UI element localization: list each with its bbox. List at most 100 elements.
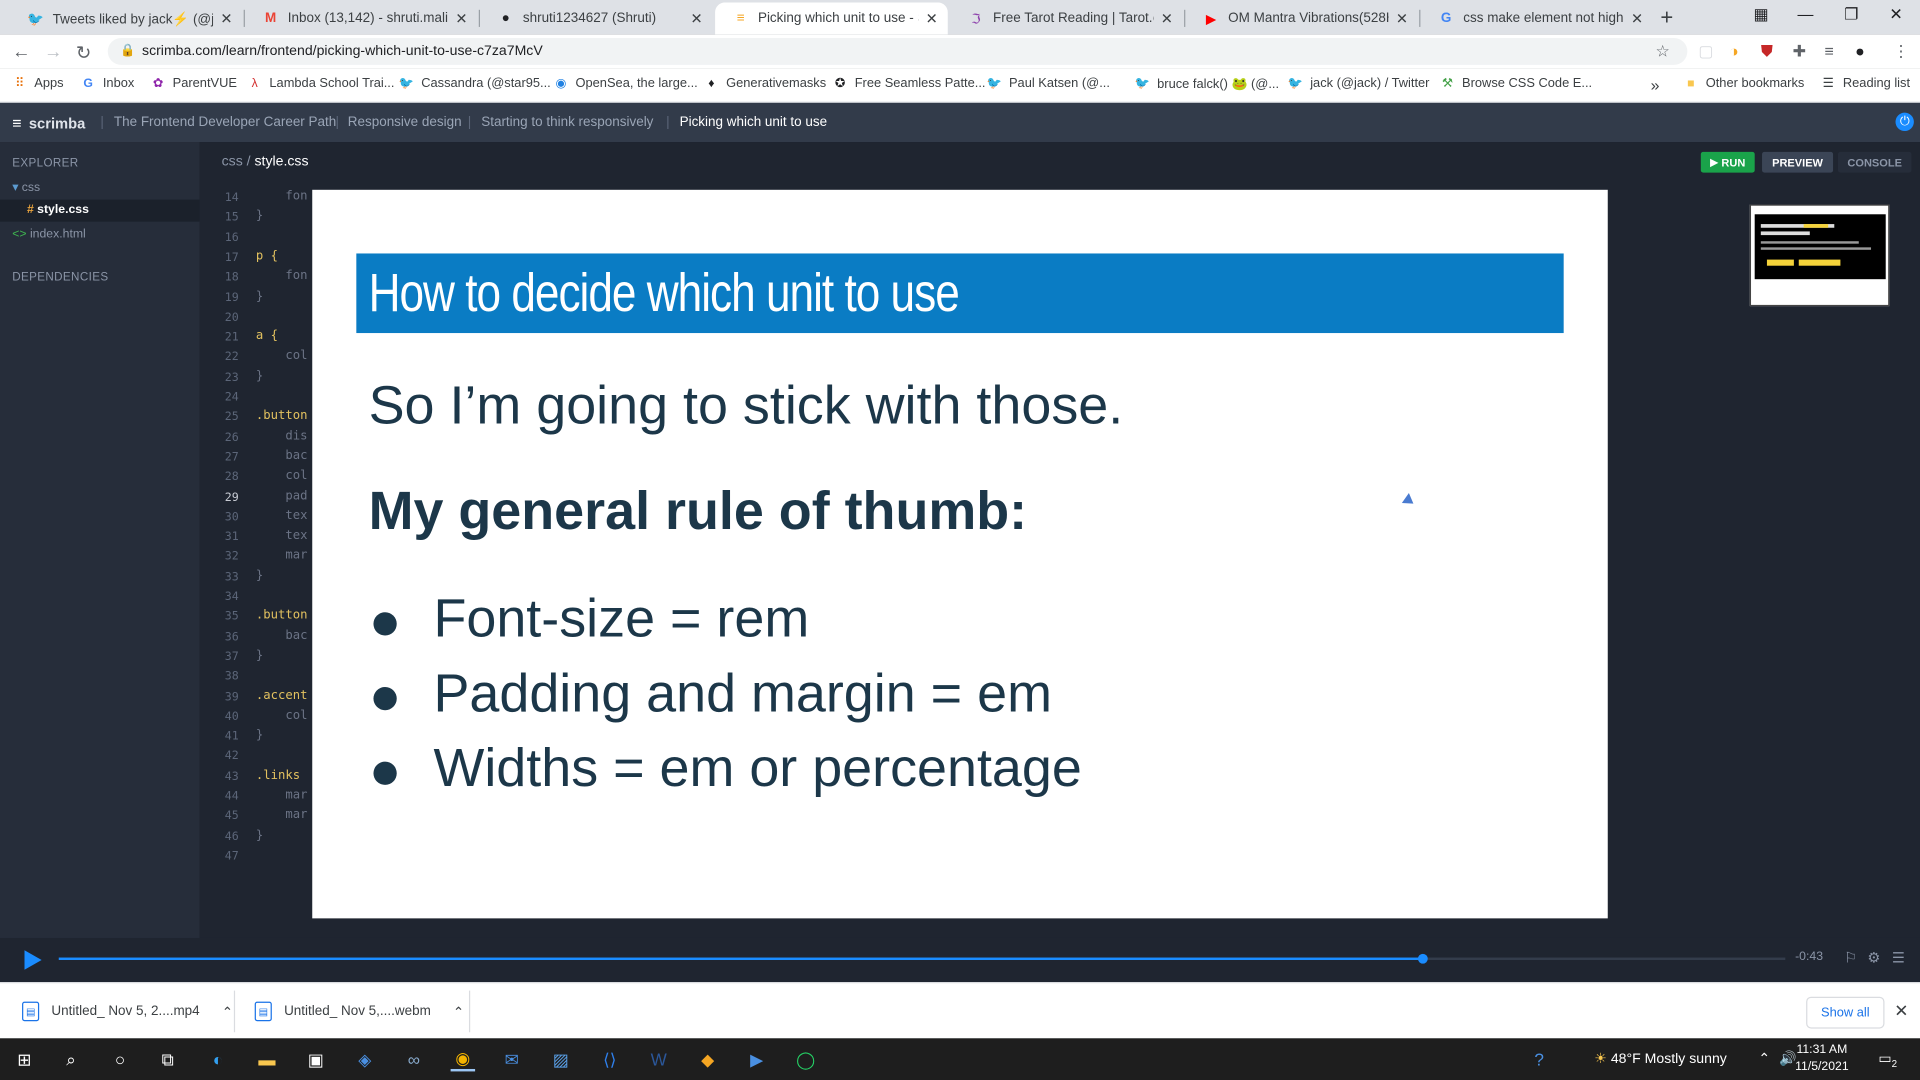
forward-icon[interactable]: →	[44, 42, 62, 63]
breadcrumb-career-path[interactable]: The Frontend Developer Career Path	[114, 115, 336, 130]
browser-tab[interactable]: G css make element not highlight ✕	[1420, 2, 1653, 34]
pattern-icon: ✪	[834, 76, 846, 90]
preview-button[interactable]: PREVIEW	[1762, 151, 1834, 173]
scrimba-logo[interactable]: ≡ scrimba	[12, 114, 85, 132]
close-window-icon[interactable]: ✕	[1889, 5, 1902, 25]
new-tab-button[interactable]: +	[1660, 5, 1673, 31]
address-bar[interactable]: 🔒 scrimba.com/learn/frontend/picking-whi…	[107, 37, 1688, 65]
minimize-icon[interactable]: —	[1798, 5, 1814, 23]
download-item[interactable]: ▤ Untitled_ Nov 5,....webm ⌃	[254, 983, 464, 1039]
bookmark-patterns[interactable]: ✪ Free Seamless Patte...	[833, 76, 986, 91]
bookmark-inbox[interactable]: G Inbox	[81, 76, 134, 91]
edge-icon[interactable]: ◐	[206, 1047, 230, 1071]
file-style-css[interactable]: # style.css	[0, 199, 200, 222]
photos-icon[interactable]: ▨	[549, 1047, 573, 1071]
bookmark-star-icon[interactable]: ☆	[1656, 42, 1670, 62]
close-downloads-icon[interactable]: ✕	[1894, 1000, 1908, 1021]
download-item[interactable]: ▤ Untitled_ Nov 5, 2....mp4 ⌃	[22, 983, 233, 1039]
menu-icon[interactable]: ☰	[1892, 949, 1905, 966]
breadcrumb-responsive-design[interactable]: Responsive design	[348, 115, 462, 130]
windows-start-icon[interactable]: ⊞	[12, 1047, 36, 1071]
infinity-icon[interactable]: ∞	[402, 1047, 426, 1071]
dropbox-icon[interactable]: ◈	[353, 1047, 377, 1071]
profile-avatar-icon[interactable]: ●	[1855, 42, 1865, 60]
extension-shield-icon[interactable]: ⛊	[1761, 42, 1773, 62]
store-icon[interactable]: ▣	[304, 1047, 328, 1071]
bookmark-jack[interactable]: 🐦 jack (@jack) / Twitter	[1288, 76, 1430, 91]
browser-tab[interactable]: ● shruti1234627 (Shruti) ✕	[480, 2, 713, 34]
reading-list[interactable]: ☰ Reading list	[1821, 76, 1910, 91]
bookmark-generativemasks[interactable]: ♦ Generativemasks	[704, 76, 826, 91]
slide-rule-heading: My general rule of thumb:	[368, 481, 1028, 542]
browser-tab[interactable]: ℑ Free Tarot Reading | Tarot.com ✕	[950, 2, 1183, 34]
browser-tab[interactable]: ▶ OM Mantra Vibrations(528Hz) - ✕	[1185, 2, 1418, 34]
file-index-html[interactable]: <> index.html	[12, 228, 86, 241]
bookmark-css-code[interactable]: ⚒ Browse CSS Code E...	[1440, 76, 1592, 91]
chrome-icon[interactable]: ◉	[450, 1047, 476, 1072]
tab-search-icon[interactable]: ▦	[1753, 5, 1768, 25]
word-icon[interactable]: W	[647, 1047, 671, 1071]
close-tab-icon[interactable]: ✕	[455, 10, 467, 27]
close-tab-icon[interactable]: ✕	[1396, 10, 1408, 27]
browser-tab[interactable]: 🐦 Tweets liked by jack⚡ (@jack) / ✕	[10, 2, 243, 34]
notifications-icon[interactable]: ▭2	[1878, 1049, 1897, 1070]
progress-track[interactable]	[58, 953, 1786, 964]
settings-gear-icon[interactable]: ⚙	[1867, 949, 1880, 966]
play-button[interactable]	[24, 950, 42, 970]
bookmark-opensea[interactable]: ◉ OpenSea, the large...	[553, 76, 697, 91]
chevron-up-icon[interactable]: ⌃	[222, 1003, 233, 1020]
media-control-icon[interactable]: ≡	[1824, 42, 1833, 60]
bookmark-apps[interactable]: ⠿ Apps	[12, 76, 64, 91]
bookmark-cassandra[interactable]: 🐦 Cassandra (@star95...	[399, 76, 551, 91]
code-line: col	[255, 708, 308, 723]
mouse-cursor-icon	[1401, 492, 1417, 509]
whatsapp-icon[interactable]: ◯	[793, 1047, 817, 1071]
close-tab-icon[interactable]: ✕	[1161, 10, 1173, 27]
bookmark-icon[interactable]: ⚐	[1844, 949, 1857, 966]
bookmark-parentvue[interactable]: ✿ ParentVUE	[151, 76, 237, 91]
tray-chevron-icon[interactable]: ⌃	[1758, 1049, 1770, 1067]
breadcrumb-starting[interactable]: Starting to think responsively	[481, 115, 653, 130]
folder-css[interactable]: ▾ css	[12, 181, 40, 194]
help-icon[interactable]: ?	[1527, 1047, 1551, 1071]
close-tab-icon[interactable]: ✕	[1631, 10, 1643, 27]
video-editor-icon[interactable]: ▶	[744, 1047, 768, 1071]
bookmark-paul-katsen[interactable]: 🐦 Paul Katsen (@...	[987, 76, 1110, 91]
search-icon[interactable]: ⌕	[59, 1047, 83, 1071]
extension-blank-icon[interactable]: ▢	[1698, 42, 1713, 62]
bookmark-bruce-falck[interactable]: 🐦 bruce falck() 🐸 (@...	[1135, 76, 1279, 92]
line-number: 45	[224, 809, 239, 824]
dependencies-heading[interactable]: DEPENDENCIES	[12, 271, 108, 284]
volume-icon[interactable]: 🔊	[1779, 1049, 1797, 1067]
reload-icon[interactable]: ↻	[76, 42, 91, 64]
browser-tab[interactable]: M Inbox (13,142) - shruti.malik.ram ✕	[245, 2, 478, 34]
google-icon: G	[1440, 11, 1452, 26]
restore-icon[interactable]: ❐	[1844, 5, 1858, 25]
browser-tab-active[interactable]: ≡ Picking which unit to use - Scrim ✕	[715, 2, 948, 35]
console-button[interactable]: CONSOLE	[1837, 151, 1912, 173]
bookmarks-overflow-icon[interactable]: »	[1651, 76, 1660, 94]
file-explorer-icon[interactable]: ▬	[255, 1047, 279, 1071]
back-icon[interactable]: ←	[12, 42, 30, 63]
extensions-puzzle-icon[interactable]: ✚	[1793, 42, 1806, 62]
mail-icon[interactable]: ✉	[500, 1047, 524, 1071]
run-button[interactable]: ▶ RUN	[1700, 151, 1755, 173]
preview-thumbnail[interactable]	[1749, 204, 1890, 307]
chevron-up-icon[interactable]: ⌃	[453, 1003, 464, 1020]
show-all-button[interactable]: Show all	[1806, 996, 1885, 1029]
close-tab-icon[interactable]: ✕	[691, 10, 703, 27]
other-bookmarks[interactable]: ■ Other bookmarks	[1684, 76, 1804, 91]
weather-widget[interactable]: ☀ 48°F Mostly sunny	[1594, 1049, 1727, 1067]
close-tab-icon[interactable]: ✕	[926, 10, 938, 27]
close-tab-icon[interactable]: ✕	[220, 10, 232, 27]
extension-icon[interactable]: ◑	[1729, 42, 1739, 60]
task-view-icon[interactable]: ⧉	[156, 1047, 180, 1071]
power-icon[interactable]: ⏻	[1895, 112, 1914, 132]
browser-menu-icon[interactable]: ⋮	[1893, 42, 1909, 62]
vscode-icon[interactable]: ⟨⟩	[598, 1047, 622, 1071]
git-icon[interactable]: ◆	[696, 1047, 720, 1071]
cortana-icon[interactable]: ○	[108, 1047, 132, 1071]
progress-handle[interactable]	[1417, 953, 1428, 964]
clock[interactable]: 11:31 AM 11/5/2021	[1795, 1042, 1849, 1076]
bookmark-lambda[interactable]: λ Lambda School Trai...	[247, 76, 395, 91]
